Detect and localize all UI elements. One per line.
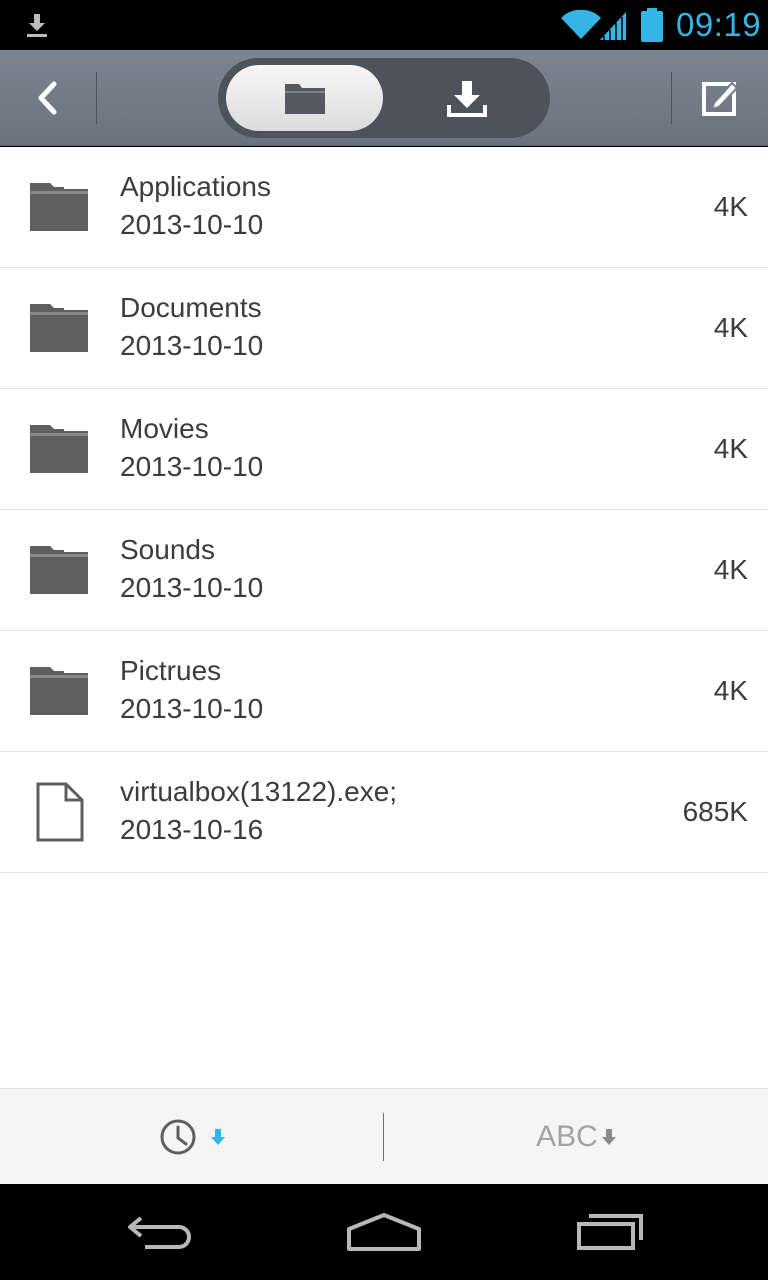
nav-recent-apps-button[interactable] xyxy=(560,1202,660,1262)
folder-view-tab[interactable] xyxy=(226,65,383,131)
file-name: Movies xyxy=(120,413,209,444)
list-item-movies[interactable]: Movies 2013-10-10 4K xyxy=(0,389,768,510)
sort-name-label: ABC xyxy=(536,1120,598,1153)
list-item-sounds[interactable]: Sounds 2013-10-10 4K xyxy=(0,510,768,631)
home-nav-icon xyxy=(347,1213,421,1251)
file-size: 4K xyxy=(713,554,748,585)
download-view-tab[interactable] xyxy=(388,65,545,131)
sort-down-arrow-icon xyxy=(210,1129,225,1145)
file-size: 4K xyxy=(713,675,748,706)
file-size: 4K xyxy=(713,191,748,222)
folder-icon xyxy=(30,304,88,352)
file-date: 2013-10-10 xyxy=(120,209,264,240)
download-icon xyxy=(446,81,487,117)
sort-bar: ABC xyxy=(0,1088,768,1184)
nav-back-button[interactable] xyxy=(110,1202,210,1262)
edit-icon xyxy=(702,81,739,116)
file-date: 2013-10-16 xyxy=(120,814,264,845)
folder-icon xyxy=(30,183,88,231)
file-date: 2013-10-10 xyxy=(120,451,264,482)
back-nav-icon xyxy=(128,1216,191,1249)
folder-icon xyxy=(30,546,88,594)
file-date: 2013-10-10 xyxy=(120,330,264,361)
file-list: Applications 2013-10-10 4K Documents 201… xyxy=(0,147,768,1088)
sort-by-time-button[interactable] xyxy=(0,1089,383,1185)
file-size: 685K xyxy=(682,796,748,827)
back-icon xyxy=(38,81,57,115)
status-bar: 09:19 xyxy=(0,0,768,50)
folder-icon xyxy=(30,667,88,715)
list-item-documents[interactable]: Documents 2013-10-10 4K xyxy=(0,268,768,389)
action-bar xyxy=(0,50,768,146)
signal-icon xyxy=(600,12,626,40)
wifi-icon xyxy=(561,10,601,39)
list-item-applications[interactable]: Applications 2013-10-10 4K xyxy=(0,147,768,268)
file-name: Applications xyxy=(120,171,271,202)
nav-home-button[interactable] xyxy=(334,1202,434,1262)
status-time: 09:19 xyxy=(676,6,762,43)
list-item-virtualbox-exe[interactable]: virtualbox(13122).exe; 2013-10-16 685K xyxy=(0,752,768,873)
view-toggle xyxy=(218,58,550,138)
battery-icon xyxy=(641,8,663,42)
file-name: Sounds xyxy=(120,534,215,565)
file-size: 4K xyxy=(713,433,748,464)
back-button[interactable] xyxy=(0,50,96,146)
folder-icon xyxy=(284,84,325,114)
action-bar-divider-left xyxy=(96,72,97,124)
system-nav-bar xyxy=(0,1184,768,1280)
folder-icon xyxy=(30,425,88,473)
sort-by-name-button[interactable]: ABC xyxy=(384,1089,768,1185)
download-notification-icon xyxy=(27,14,47,37)
file-document-icon xyxy=(36,782,84,842)
file-date: 2013-10-10 xyxy=(120,693,264,724)
edit-button[interactable] xyxy=(672,50,768,146)
file-name: Pictrues xyxy=(120,655,222,686)
clock-icon xyxy=(160,1119,195,1155)
recent-apps-icon xyxy=(577,1214,643,1250)
sort-down-arrow-icon xyxy=(601,1129,616,1145)
file-name: Documents xyxy=(120,292,262,323)
file-date: 2013-10-10 xyxy=(120,572,264,603)
file-name: virtualbox(13122).exe; xyxy=(120,776,398,807)
file-size: 4K xyxy=(713,312,748,343)
list-item-pictrues[interactable]: Pictrues 2013-10-10 4K xyxy=(0,631,768,752)
